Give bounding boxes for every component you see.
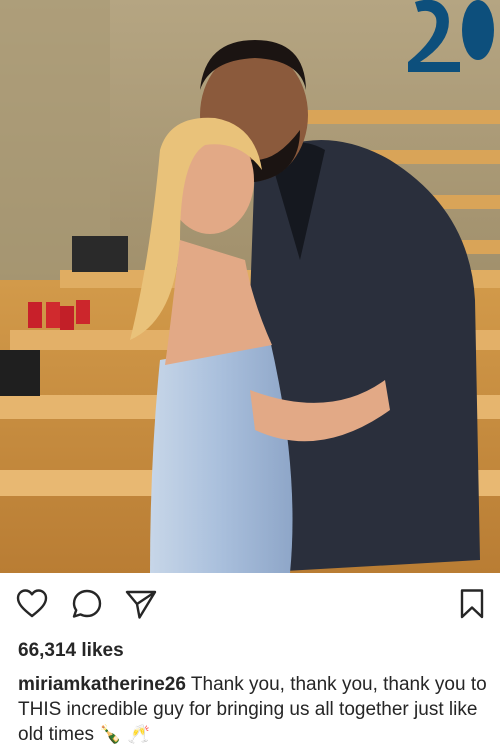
likes-count[interactable]: 66,314 likes	[18, 640, 124, 662]
caption-emoji: 🍾 🥂	[99, 724, 150, 745]
bookmark-icon[interactable]	[455, 587, 489, 621]
speech-bubble-icon[interactable]	[70, 587, 104, 621]
post-caption: miriamkatherine26 Thank you, thank you, t…	[18, 672, 488, 747]
photo-illustration	[0, 0, 500, 573]
instagram-post: 66,314 likes miriamkatherine26 Thank you,…	[0, 0, 500, 753]
caption-username[interactable]: miriamkatherine26	[18, 674, 186, 695]
heart-icon[interactable]	[15, 587, 49, 621]
paper-plane-icon[interactable]	[124, 587, 158, 621]
post-photo[interactable]	[0, 0, 500, 573]
post-action-bar	[0, 587, 500, 623]
